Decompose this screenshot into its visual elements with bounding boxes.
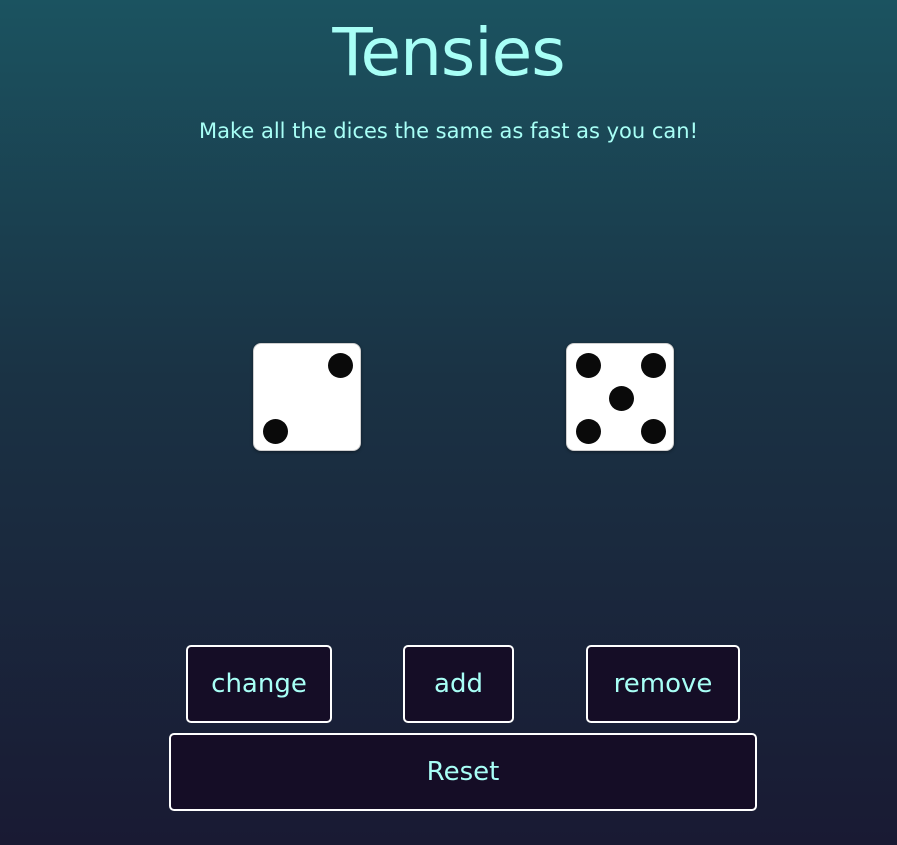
game-instructions: Make all the dices the same as fast as y… (198, 119, 699, 143)
die-pip (608, 385, 634, 411)
die-2[interactable] (566, 343, 674, 451)
die-pip (640, 418, 666, 444)
game-title: Tensies (332, 14, 565, 91)
add-button[interactable]: add (403, 645, 514, 723)
die-pip (640, 352, 666, 378)
die-pip (327, 352, 353, 378)
change-button[interactable]: change (186, 645, 332, 723)
die-pip (262, 418, 288, 444)
die-pip (575, 352, 601, 378)
die-pip (575, 418, 601, 444)
remove-button[interactable]: remove (586, 645, 740, 723)
die-1[interactable] (253, 343, 361, 451)
reset-button[interactable]: Reset (169, 733, 757, 811)
